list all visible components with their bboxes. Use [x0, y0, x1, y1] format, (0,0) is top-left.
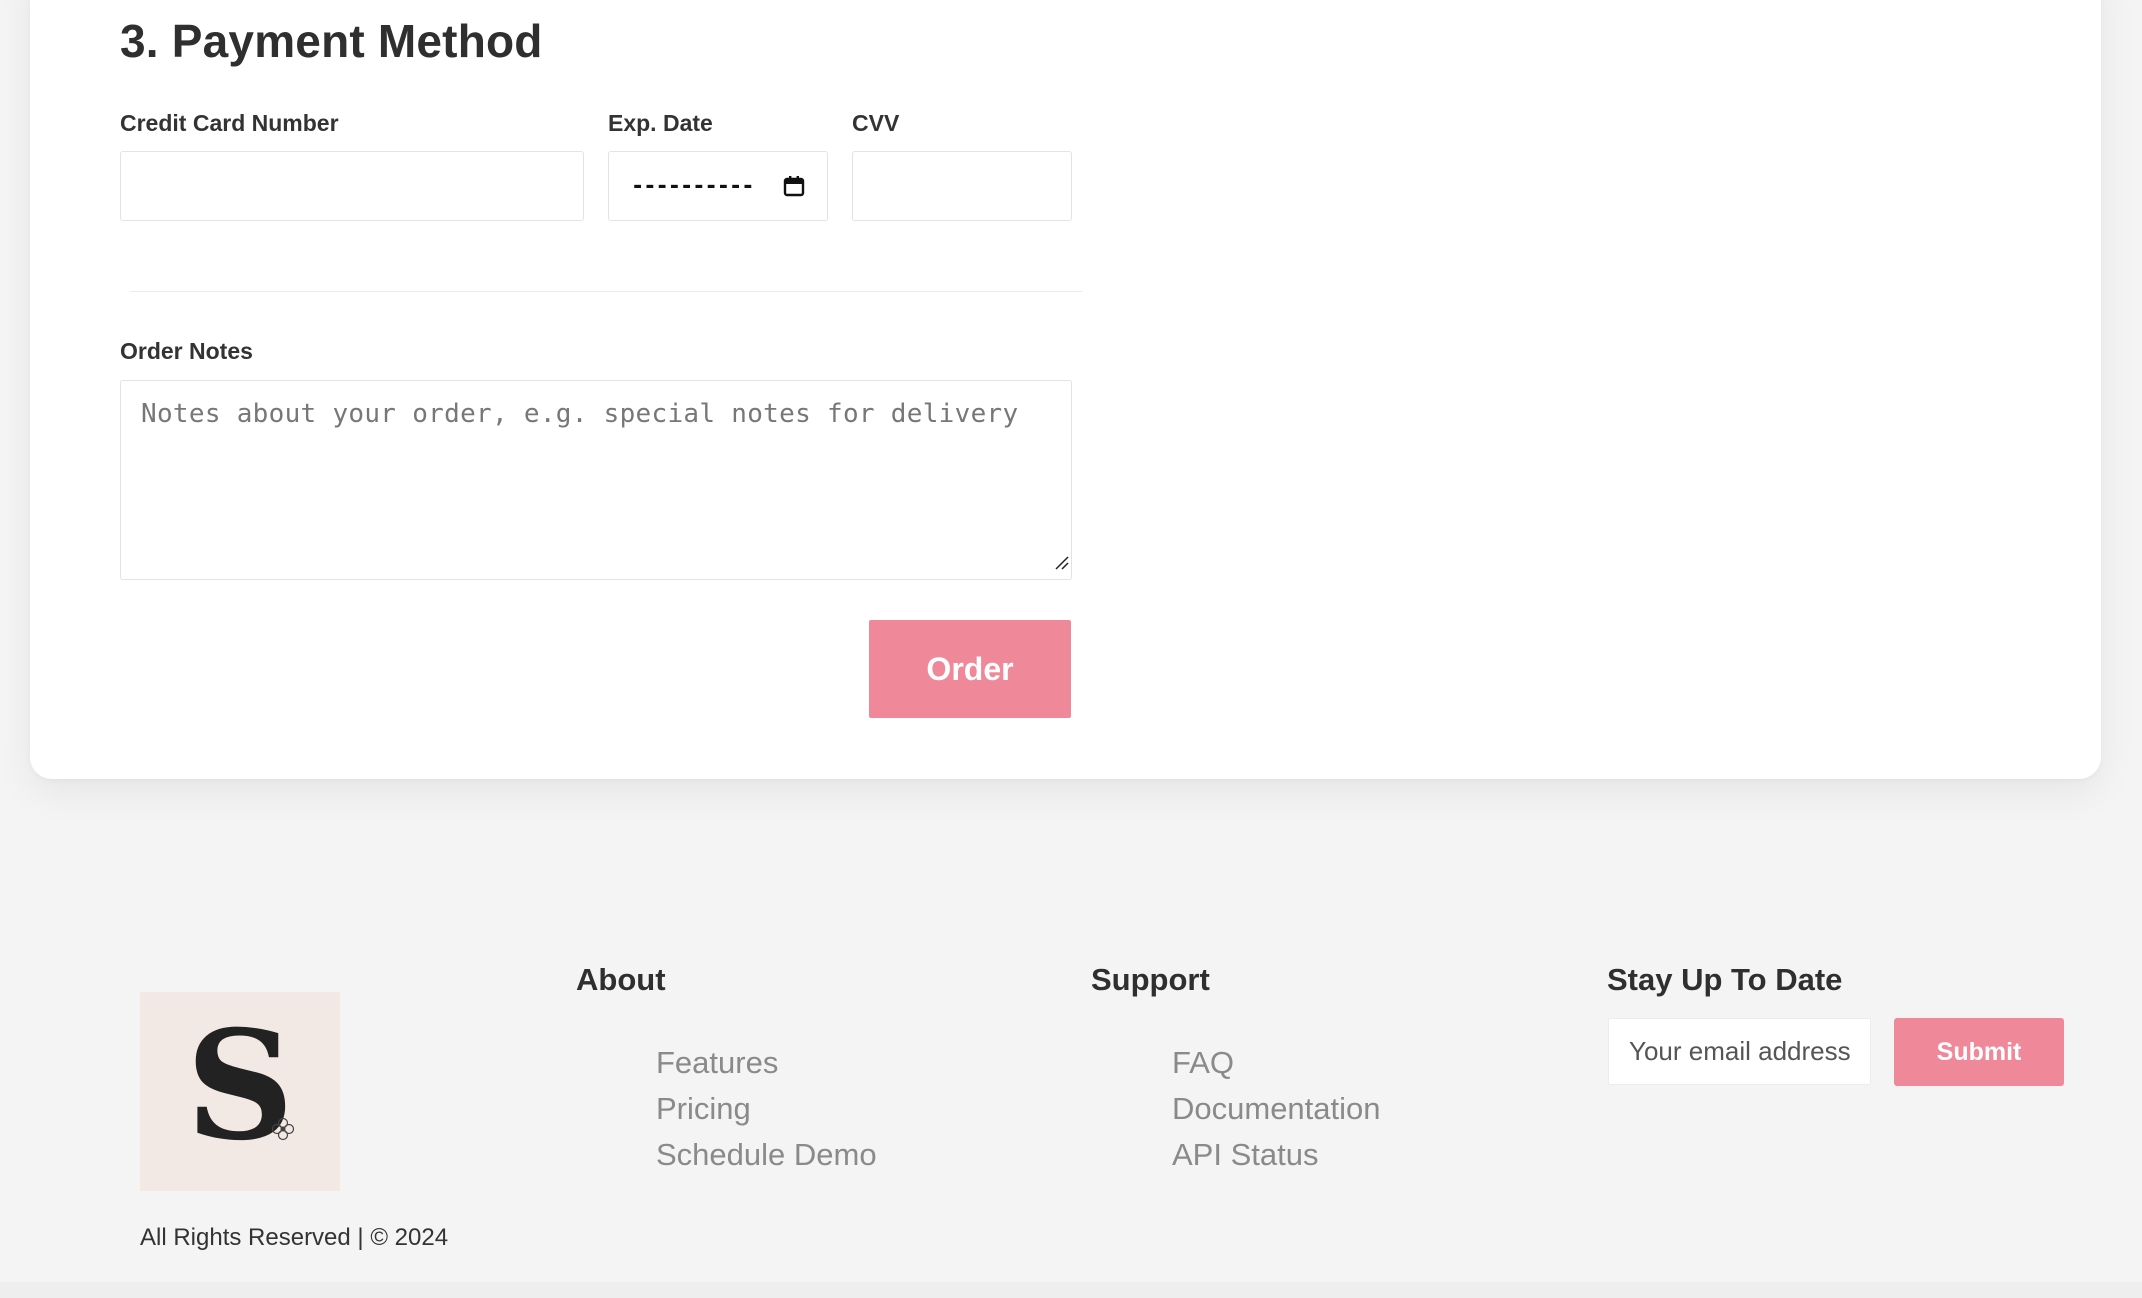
footer-link-schedule-demo[interactable]: Schedule Demo: [656, 1132, 877, 1178]
footer-heading-about: About: [576, 962, 666, 997]
exp-date-label: Exp. Date: [608, 110, 713, 136]
footer-link-features[interactable]: Features: [656, 1040, 877, 1086]
copyright-text: All Rights Reserved | © 2024: [140, 1224, 449, 1251]
cvv-label: CVV: [852, 110, 900, 136]
cvv-input[interactable]: [852, 151, 1072, 221]
footer-link-faq[interactable]: FAQ: [1172, 1040, 1381, 1086]
resize-grip-icon[interactable]: [1053, 547, 1069, 577]
card-number-label: Credit Card Number: [120, 110, 339, 136]
order-button[interactable]: Order: [869, 620, 1071, 718]
card-number-input[interactable]: [120, 151, 584, 221]
section-title-payment: 3. Payment Method: [120, 15, 543, 67]
footer-links-about: Features Pricing Schedule Demo: [656, 1040, 877, 1178]
page-bottom-edge: [0, 1282, 2142, 1298]
order-notes-textarea[interactable]: Notes about your order, e.g. special not…: [120, 380, 1072, 580]
footer-heading-newsletter: Stay Up To Date: [1607, 962, 1843, 997]
checkout-card: 3. Payment Method Credit Card Number Exp…: [30, 0, 2101, 779]
calendar-icon[interactable]: [783, 175, 805, 197]
brand-logo[interactable]: S: [140, 992, 340, 1191]
exp-date-placeholder: ----------: [631, 173, 754, 199]
newsletter-submit-button[interactable]: Submit: [1894, 1018, 2064, 1086]
section-divider: [130, 291, 1082, 292]
exp-date-input[interactable]: ----------: [608, 151, 828, 221]
footer-links-support: FAQ Documentation API Status: [1172, 1040, 1381, 1178]
footer-heading-support: Support: [1091, 962, 1210, 997]
footer-link-documentation[interactable]: Documentation: [1172, 1086, 1381, 1132]
order-notes-label: Order Notes: [120, 338, 253, 364]
newsletter-email-input[interactable]: Your email address: [1608, 1018, 1871, 1085]
footer-link-pricing[interactable]: Pricing: [656, 1086, 877, 1132]
flower-icon: [270, 1116, 296, 1147]
footer-link-api-status[interactable]: API Status: [1172, 1132, 1381, 1178]
order-notes-placeholder: Notes about your order, e.g. special not…: [141, 399, 1019, 429]
